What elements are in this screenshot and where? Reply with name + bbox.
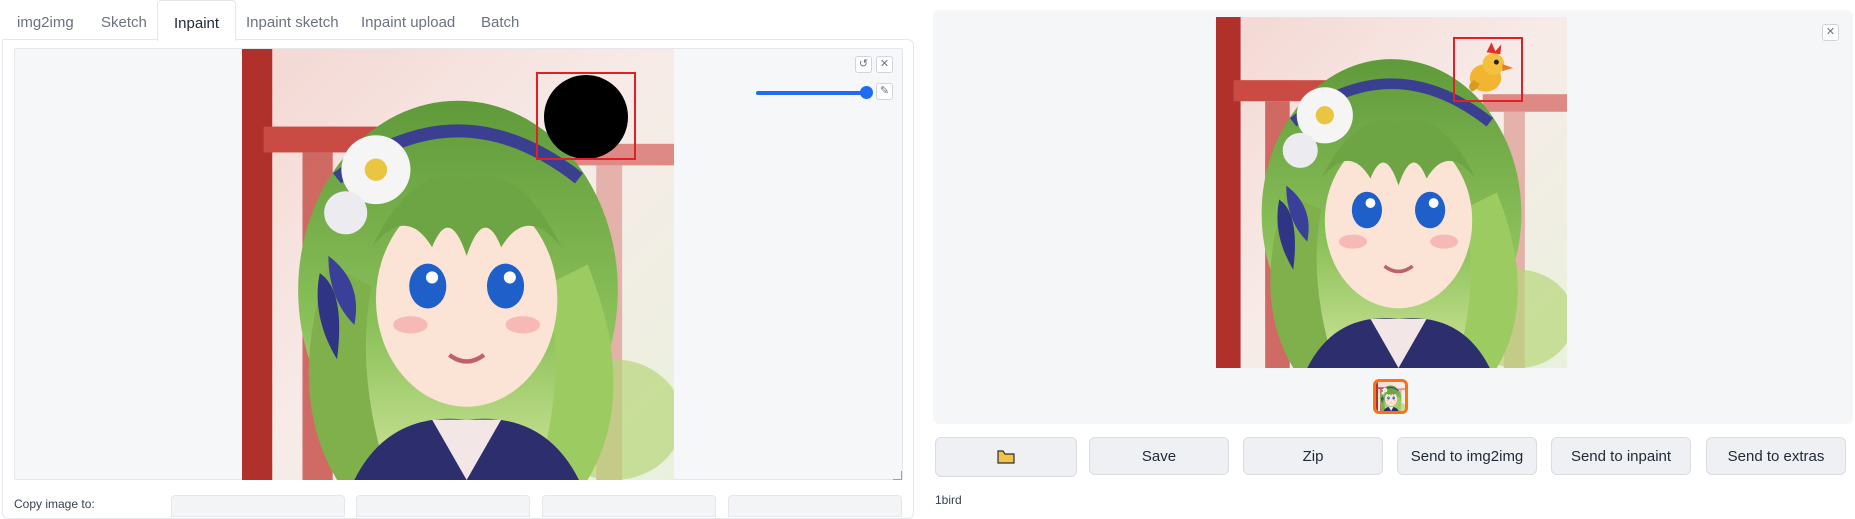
copy-to-img2img-button[interactable] — [171, 495, 345, 517]
send-to-extras-button[interactable]: Send to extras — [1706, 437, 1846, 475]
gallery-thumbnail[interactable] — [1373, 379, 1408, 414]
generation-info: 1bird — [935, 493, 962, 507]
tab-inpaint[interactable]: Inpaint — [157, 0, 237, 41]
tab-inpaint-upload[interactable]: Inpaint upload — [361, 0, 455, 40]
brush-slider-fill — [756, 91, 867, 95]
copy-to-inpaint-sketch-button[interactable] — [728, 495, 902, 517]
copy-image-label: Copy image to: — [14, 497, 95, 511]
save-button[interactable]: Save — [1089, 437, 1229, 475]
mask-highlight-box — [536, 72, 636, 160]
bird-highlight-box — [1453, 37, 1523, 102]
tab-img2img[interactable]: img2img — [17, 0, 74, 40]
resize-handle[interactable] — [893, 471, 902, 480]
send-to-img2img-button[interactable]: Send to img2img — [1397, 437, 1537, 475]
send-to-inpaint-button[interactable]: Send to inpaint — [1551, 437, 1691, 475]
copy-to-sketch-button[interactable] — [356, 495, 530, 517]
brush-slider-thumb[interactable] — [860, 86, 874, 99]
close-icon[interactable]: ✕ — [1822, 24, 1839, 41]
tab-inpaint-sketch[interactable]: Inpaint sketch — [246, 0, 339, 40]
copy-to-inpaint-button[interactable] — [542, 495, 716, 517]
brush-icon[interactable]: ✎ — [876, 83, 893, 100]
brush-size-slider[interactable] — [756, 86, 874, 100]
tab-sketch[interactable]: Sketch — [101, 0, 147, 40]
tab-batch[interactable]: Batch — [481, 0, 519, 40]
close-icon[interactable]: ✕ — [876, 56, 893, 73]
folder-icon — [997, 450, 1015, 464]
open-folder-button[interactable] — [935, 437, 1077, 477]
undo-icon[interactable]: ↺ — [855, 56, 872, 73]
zip-button[interactable]: Zip — [1243, 437, 1383, 475]
